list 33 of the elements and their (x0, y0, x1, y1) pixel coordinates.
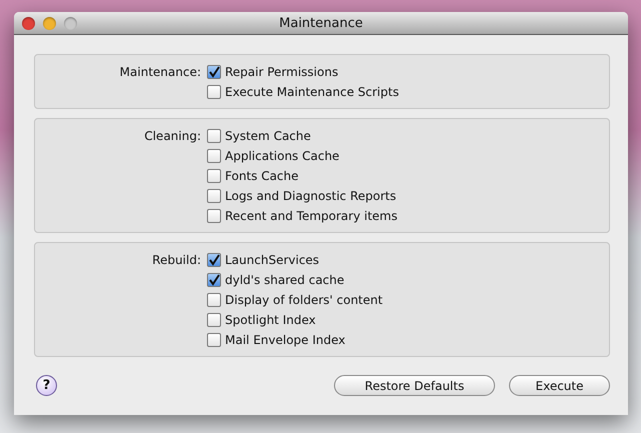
option-label: Fonts Cache (225, 169, 299, 183)
checkbox[interactable] (207, 313, 221, 327)
window-title: Maintenance (279, 16, 363, 30)
option-label: Logs and Diagnostic Reports (225, 189, 396, 203)
dialog-button[interactable]: Execute (509, 375, 610, 396)
group-label: Rebuild: (151, 252, 202, 269)
checkbox[interactable] (207, 293, 221, 307)
option-label: Repair Permissions (225, 65, 338, 79)
checkbox[interactable] (207, 333, 221, 347)
checkbox[interactable] (207, 253, 221, 267)
checkbox[interactable] (207, 65, 221, 79)
checkbox[interactable] (207, 149, 221, 163)
checkbox[interactable] (207, 273, 221, 287)
option-label: Spotlight Index (225, 313, 316, 327)
dialog-button[interactable]: Restore Defaults (334, 375, 495, 396)
option-label: dyld's shared cache (225, 273, 344, 287)
group-label: Maintenance: (118, 64, 202, 81)
option-label: Execute Maintenance Scripts (225, 85, 399, 99)
option-label: System Cache (225, 129, 311, 143)
option-label: LaunchServices (225, 253, 320, 267)
help-button[interactable]: ? (36, 375, 57, 396)
group-label: Cleaning: (143, 128, 202, 145)
close-button[interactable] (22, 16, 35, 30)
checkbox[interactable] (207, 169, 221, 183)
checkbox[interactable] (207, 129, 221, 143)
option-label: Applications Cache (225, 149, 340, 163)
checkbox[interactable] (207, 209, 221, 223)
option-label: Display of folders' content (225, 293, 383, 307)
checkbox[interactable] (207, 189, 221, 203)
option-label: Mail Envelope Index (225, 333, 346, 347)
minimize-button[interactable] (43, 16, 56, 30)
checkbox[interactable] (207, 85, 221, 99)
option-label: Recent and Temporary items (225, 209, 398, 223)
